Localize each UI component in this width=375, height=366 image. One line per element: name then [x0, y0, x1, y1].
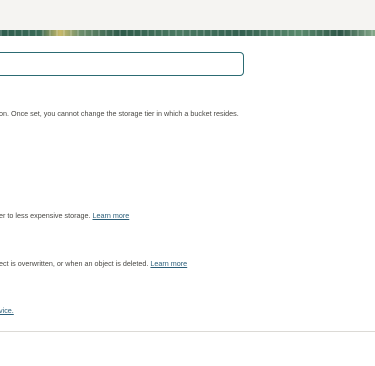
service-link[interactable]: vice. [0, 306, 14, 315]
versioning-learn-more-link[interactable]: Learn more [150, 259, 187, 268]
panel-header [0, 0, 375, 30]
header-decorative-banner [0, 30, 375, 36]
auto-tiering-help-text: er to less expensive storage. [0, 211, 91, 220]
versioning-help: ect is overwritten, or when an object is… [0, 259, 187, 269]
create-bucket-panel: on. Once set, you cannot change the stor… [0, 0, 375, 366]
auto-tiering-help: er to less expensive storage. Learn more [0, 211, 129, 221]
service-help: vice. [0, 306, 14, 316]
storage-tier-help-text: on. Once set, you cannot change the stor… [0, 109, 239, 118]
versioning-help-text: ect is overwritten, or when an object is… [0, 259, 149, 268]
storage-tier-help: on. Once set, you cannot change the stor… [0, 109, 239, 119]
auto-tiering-learn-more-link[interactable]: Learn more [93, 211, 130, 220]
bucket-name-input[interactable] [0, 52, 244, 76]
section-divider [0, 331, 375, 332]
